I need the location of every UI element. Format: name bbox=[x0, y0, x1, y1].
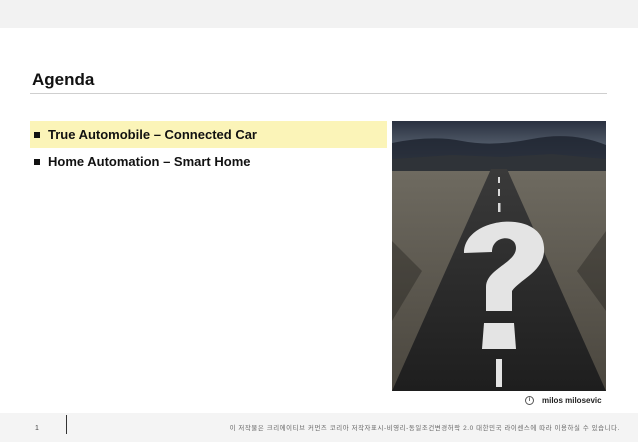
agenda-list: True Automobile – Connected Car Home Aut… bbox=[30, 121, 387, 175]
photo-credit: i milos milosevic bbox=[525, 396, 602, 405]
footer-divider bbox=[66, 415, 67, 434]
cc-info-icon: i bbox=[525, 396, 534, 405]
license-notice: 이 저작물은 크리에이티브 커먼즈 코리아 저작자표시-비영리-동일조건변경허락… bbox=[229, 425, 620, 432]
slide-title: Agenda bbox=[32, 70, 95, 89]
square-bullet-icon bbox=[34, 158, 40, 165]
road-question-mark-image bbox=[392, 121, 606, 391]
agenda-item-label: True Automobile – Connected Car bbox=[48, 127, 257, 142]
page-number: 1 bbox=[35, 425, 39, 432]
agenda-item-smart-home: Home Automation – Smart Home bbox=[30, 148, 387, 175]
agenda-item-connected-car: True Automobile – Connected Car bbox=[30, 121, 387, 148]
agenda-item-label: Home Automation – Smart Home bbox=[48, 154, 251, 169]
photo-credit-text: milos milosevic bbox=[542, 396, 602, 405]
square-bullet-icon bbox=[34, 131, 40, 138]
title-divider bbox=[30, 93, 607, 94]
road-question-mark-photo bbox=[392, 121, 606, 391]
top-band bbox=[0, 0, 638, 28]
